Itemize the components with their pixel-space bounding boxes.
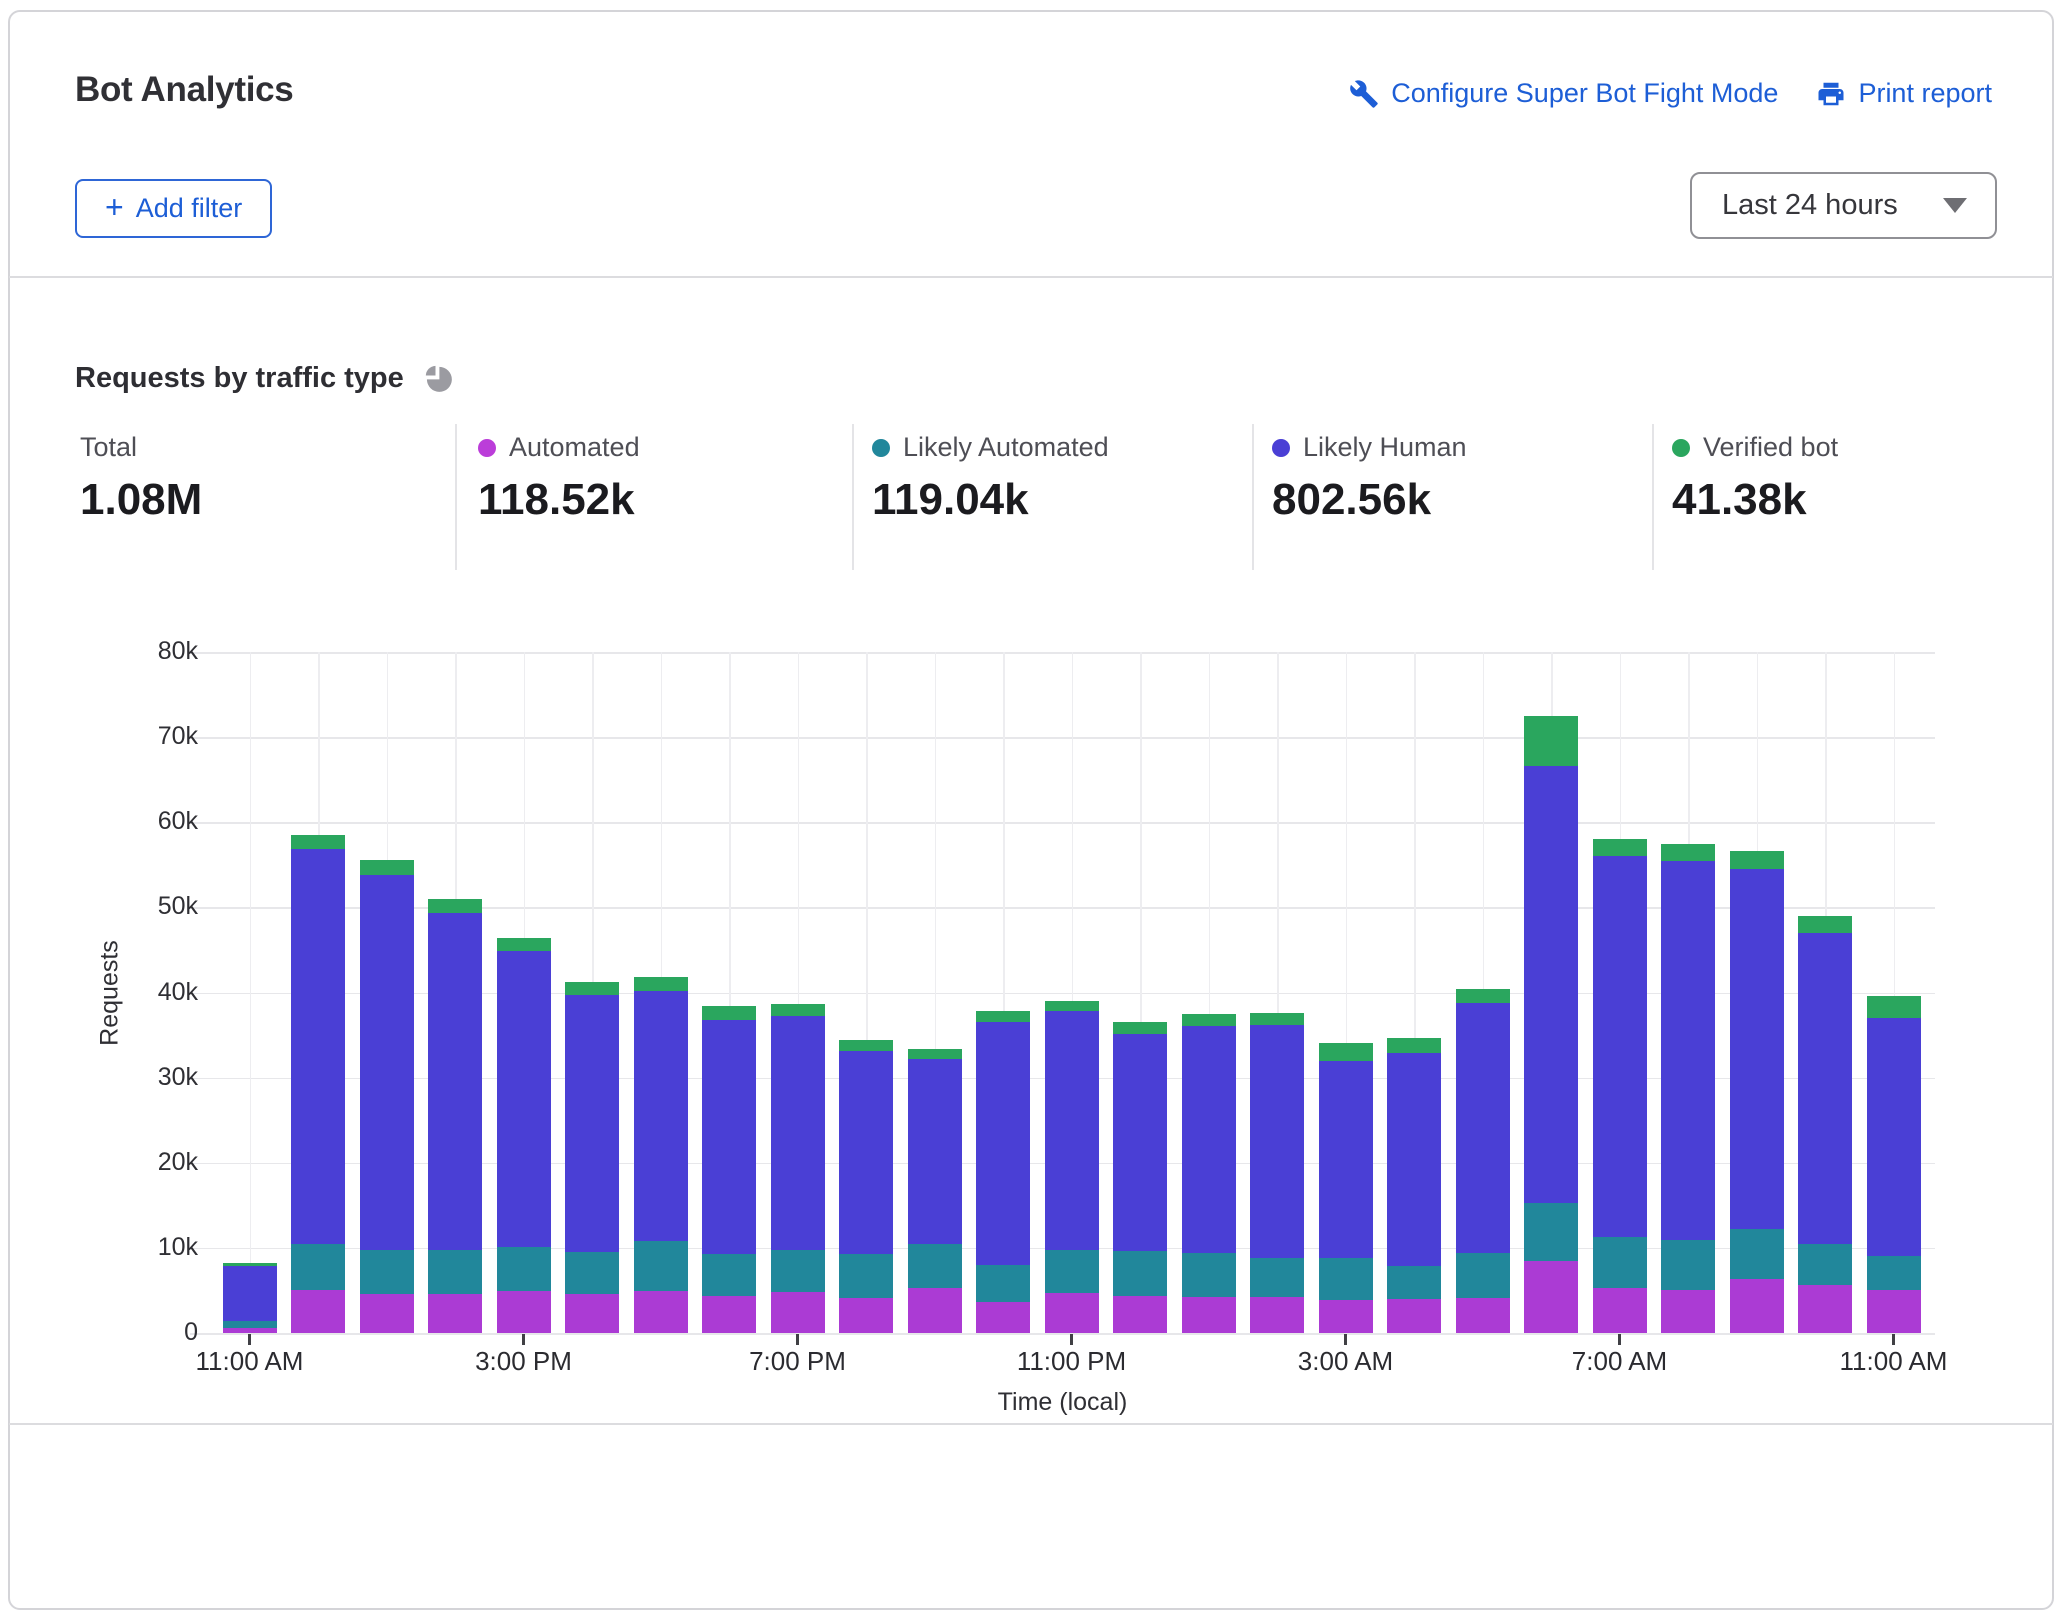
- printer-icon: [1816, 79, 1846, 109]
- section-header: Requests by traffic type: [75, 356, 456, 401]
- header-links: Configure Super Bot Fight Mode Print rep…: [1349, 78, 1992, 109]
- stat-likely-human: Likely Human 802.56k: [1272, 432, 1467, 525]
- chevron-down-icon: [1943, 198, 1967, 213]
- stat-likely-automated: Likely Automated 119.04k: [872, 432, 1109, 525]
- section-bottom-divider: [9, 1423, 2053, 1425]
- print-report-label: Print report: [1858, 78, 1992, 108]
- stat-total: Total 1.08M: [80, 432, 202, 525]
- configure-super-bot-fight-mode-link[interactable]: Configure Super Bot Fight Mode: [1349, 78, 1778, 109]
- time-range-value: Last 24 hours: [1722, 189, 1898, 221]
- stat-verified-bot-label: Verified bot: [1703, 432, 1839, 462]
- stat-divider: [852, 424, 854, 570]
- stat-likely-human-label: Likely Human: [1303, 432, 1467, 462]
- likely-automated-legend-dot: [872, 438, 890, 457]
- stat-verified-bot: Verified bot 41.38k: [1672, 432, 1838, 525]
- stat-divider: [1652, 424, 1654, 570]
- stat-verified-bot-value: 41.38k: [1672, 475, 1807, 524]
- wrench-icon: [1349, 79, 1379, 109]
- automated-legend-dot: [478, 438, 496, 457]
- page-title: Bot Analytics: [75, 70, 294, 109]
- print-report-link[interactable]: Print report: [1816, 78, 1992, 109]
- stat-divider: [1252, 424, 1254, 570]
- analytics-card: [8, 10, 2054, 1610]
- pie-chart-icon: [420, 360, 456, 401]
- configure-link-label: Configure Super Bot Fight Mode: [1391, 78, 1779, 108]
- likely-human-legend-dot: [1272, 438, 1290, 457]
- verified-bot-legend-dot: [1672, 438, 1690, 457]
- stat-likely-human-value: 802.56k: [1272, 475, 1432, 524]
- add-filter-label: Add filter: [135, 193, 243, 223]
- add-filter-button[interactable]: + Add filter: [75, 179, 273, 238]
- stat-divider: [455, 424, 457, 570]
- stat-automated-label: Automated: [509, 432, 640, 462]
- stat-likely-automated-label: Likely Automated: [903, 432, 1109, 462]
- stat-likely-automated-value: 119.04k: [872, 475, 1029, 524]
- section-title: Requests by traffic type: [75, 362, 404, 394]
- header-divider: [9, 276, 2053, 278]
- time-range-select[interactable]: Last 24 hours: [1690, 172, 1997, 239]
- stat-total-label: Total: [80, 432, 138, 462]
- stat-automated: Automated 118.52k: [478, 432, 640, 525]
- plus-icon: +: [105, 189, 124, 225]
- stat-total-value: 1.08M: [80, 475, 203, 524]
- stat-automated-value: 118.52k: [478, 475, 635, 524]
